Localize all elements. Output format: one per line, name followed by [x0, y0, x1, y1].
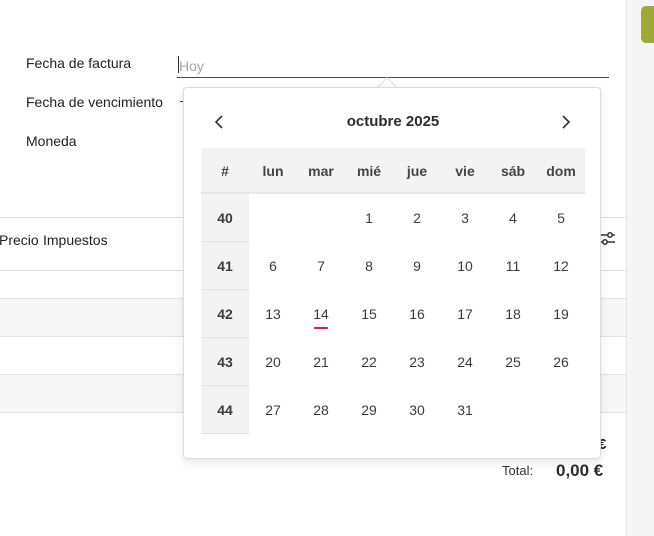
calendar-day[interactable]: 20	[249, 338, 297, 386]
calendar-day[interactable]: 12	[537, 242, 585, 290]
invoice-date-label: Fecha de factura	[26, 55, 132, 71]
calendar-week-row: 41 6 7 8 9 10 11 12	[201, 242, 585, 290]
price-column-header: Precio	[0, 232, 39, 248]
calendar-week-row: 40 1 2 3 4 5	[201, 194, 585, 242]
calendar-day[interactable]: 29	[345, 386, 393, 434]
week-number: 42	[201, 290, 249, 338]
weekday-header: jue	[406, 163, 428, 179]
calendar-day[interactable]: 2	[393, 194, 441, 242]
calendar-day[interactable]: 8	[345, 242, 393, 290]
calendar-week-row: 42 13 14 15 16 17 18 19	[201, 290, 585, 338]
calendar-day[interactable]: 27	[249, 386, 297, 434]
calendar-day[interactable]: 1	[345, 194, 393, 242]
calendar-week-row: 44 27 28 29 30 31	[201, 386, 585, 434]
calendar-day[interactable]: 11	[489, 242, 537, 290]
calendar-empty-cell	[297, 194, 345, 242]
calendar-day[interactable]: 7	[297, 242, 345, 290]
calendar-day[interactable]: 24	[441, 338, 489, 386]
due-date-label: Fecha de vencimiento	[26, 94, 163, 110]
calendar-day[interactable]: 19	[537, 290, 585, 338]
calendar-header: # lun mar mié jue vie sáb dom	[201, 148, 585, 194]
weekday-header: sáb	[500, 163, 526, 179]
weekday-header: mié	[356, 163, 382, 179]
calendar-day[interactable]: 31	[441, 386, 489, 434]
date-picker-popup: octubre 2025 # lun mar mié jue vie sáb d…	[183, 87, 601, 459]
week-number: 43	[201, 338, 249, 386]
calendar-day[interactable]: 15	[345, 290, 393, 338]
chevron-right-icon[interactable]	[554, 110, 578, 134]
calendar-empty-cell	[249, 194, 297, 242]
calendar-empty-cell	[489, 386, 537, 434]
currency-label: Moneda	[26, 133, 77, 149]
week-number: 44	[201, 386, 249, 434]
text-cursor	[178, 56, 179, 73]
calendar-day[interactable]: 17	[441, 290, 489, 338]
calendar-day[interactable]: 30	[393, 386, 441, 434]
calendar-day[interactable]: 21	[297, 338, 345, 386]
calendar-day[interactable]: 23	[393, 338, 441, 386]
calendar-day[interactable]: 3	[441, 194, 489, 242]
calendar-day[interactable]: 9	[393, 242, 441, 290]
side-panel-tab[interactable]	[641, 6, 654, 43]
calendar-day[interactable]: 4	[489, 194, 537, 242]
calendar-day[interactable]: 10	[441, 242, 489, 290]
total-value: 0,00 €	[556, 461, 604, 480]
calendar-week-row: 43 20 21 22 23 24 25 26	[201, 338, 585, 386]
calendar-day[interactable]: 13	[249, 290, 297, 338]
calendar-month-title: octubre 2025	[346, 113, 440, 130]
week-number: 40	[201, 194, 249, 242]
weekday-header: vie	[455, 163, 475, 179]
calendar-day[interactable]: 6	[249, 242, 297, 290]
weekday-header: mar	[308, 163, 334, 179]
weekday-header: lun	[262, 163, 284, 179]
invoice-date-input[interactable]	[177, 54, 609, 78]
sliders-icon[interactable]	[599, 231, 616, 247]
calendar-day[interactable]: 16	[393, 290, 441, 338]
week-number-header: #	[221, 163, 229, 179]
calendar-day[interactable]: 26	[537, 338, 585, 386]
week-number: 41	[201, 242, 249, 290]
calendar-day[interactable]: 25	[489, 338, 537, 386]
calendar-day-today[interactable]: 14	[297, 290, 345, 338]
calendar-day[interactable]: 22	[345, 338, 393, 386]
calendar-day[interactable]: 28	[297, 386, 345, 434]
side-panel	[626, 0, 654, 536]
calendar-day[interactable]: 18	[489, 290, 537, 338]
calendar-empty-cell	[537, 386, 585, 434]
total-label: Total:	[502, 463, 534, 478]
weekday-header: dom	[546, 163, 576, 179]
taxes-column-header: Impuestos	[43, 232, 108, 248]
calendar-day[interactable]: 5	[537, 194, 585, 242]
